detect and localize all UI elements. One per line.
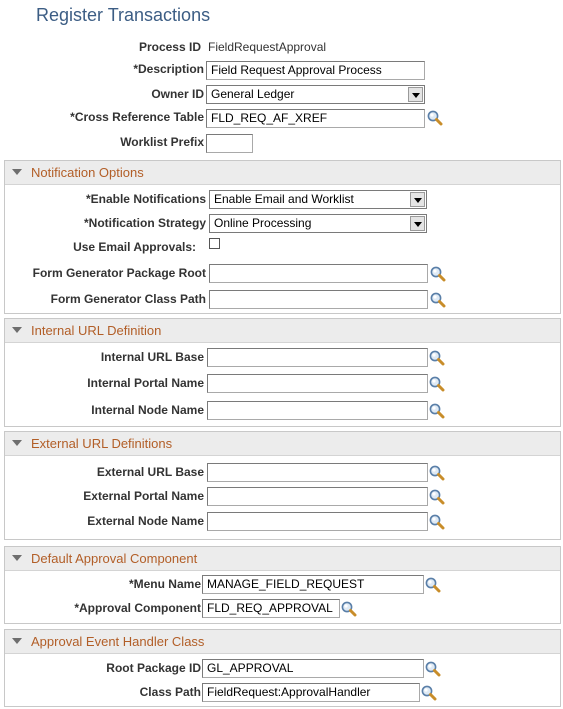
description-label: *Description [133, 62, 204, 76]
chevron-down-icon[interactable] [410, 216, 425, 231]
root-package-id-label: Root Package ID [106, 661, 201, 675]
internal-url-title: Internal URL Definition [31, 323, 162, 338]
lookup-icon[interactable] [427, 110, 443, 126]
use-email-approvals-checkbox[interactable] [209, 238, 220, 249]
external-url-base-label: External URL Base [96, 465, 204, 479]
collapse-triangle-icon[interactable] [12, 327, 22, 333]
external-node-name-label: External Node Name [87, 514, 204, 528]
menu-name-label: *Menu Name [128, 577, 201, 591]
form-generator-package-root-input[interactable] [209, 264, 428, 283]
lookup-icon[interactable] [429, 489, 445, 505]
cross-reference-table-input[interactable]: FLD_REQ_AF_XREF [206, 109, 425, 128]
worklist-prefix-label: Worklist Prefix [120, 135, 204, 149]
form-generator-class-path-input[interactable] [209, 290, 428, 309]
lookup-icon[interactable] [429, 514, 445, 530]
internal-url-header[interactable]: Internal URL Definition [5, 319, 560, 343]
page-title: Register Transactions [36, 5, 211, 25]
event-handler-header[interactable]: Approval Event Handler Class [5, 630, 560, 654]
lookup-icon[interactable] [430, 266, 446, 282]
process-id-value: FieldRequestApproval [208, 40, 327, 54]
internal-portal-name-input[interactable] [207, 374, 428, 393]
owner-id-select[interactable]: General Ledger [206, 85, 425, 104]
internal-portal-name-label: Internal Portal Name [87, 376, 204, 390]
lookup-icon[interactable] [429, 465, 445, 481]
owner-id-label: Owner ID [151, 87, 204, 101]
collapse-triangle-icon[interactable] [12, 440, 22, 446]
form-generator-class-path-label: Form Generator Class Path [50, 292, 206, 306]
description-input[interactable]: Field Request Approval Process [206, 61, 425, 80]
external-url-title: External URL Definitions [31, 436, 173, 451]
lookup-icon[interactable] [425, 661, 441, 677]
lookup-icon[interactable] [429, 350, 445, 366]
class-path-label: Class Path [139, 685, 201, 699]
internal-url-base-input[interactable] [207, 348, 428, 367]
lookup-icon[interactable] [425, 577, 441, 593]
root-package-id-input[interactable]: GL_APPROVAL [202, 659, 424, 678]
internal-url-base-label: Internal URL Base [100, 350, 204, 364]
enable-notifications-label: *Enable Notifications [85, 192, 206, 206]
process-id-label: Process ID [138, 40, 201, 54]
external-node-name-input[interactable] [207, 512, 428, 531]
notification-options-title: Notification Options [31, 165, 144, 180]
notification-options-header[interactable]: Notification Options [5, 161, 560, 185]
notification-strategy-value: Online Processing [214, 216, 312, 230]
class-path-input[interactable]: FieldRequest:ApprovalHandler [202, 683, 420, 702]
internal-node-name-input[interactable] [207, 401, 428, 420]
form-generator-package-root-label: Form Generator Package Root [32, 266, 206, 280]
default-approval-header[interactable]: Default Approval Component [5, 547, 560, 571]
enable-notifications-select[interactable]: Enable Email and Worklist [209, 190, 427, 209]
lookup-icon[interactable] [429, 376, 445, 392]
notification-strategy-select[interactable]: Online Processing [209, 214, 427, 233]
lookup-icon[interactable] [421, 685, 437, 701]
lookup-icon[interactable] [341, 601, 357, 617]
external-portal-name-label: External Portal Name [83, 489, 204, 503]
collapse-triangle-icon[interactable] [12, 169, 22, 175]
cross-reference-table-label: *Cross Reference Table [70, 110, 204, 124]
owner-id-value: General Ledger [211, 87, 295, 101]
collapse-triangle-icon[interactable] [12, 555, 22, 561]
use-email-approvals-label: Use Email Approvals: [73, 240, 196, 254]
collapse-triangle-icon[interactable] [12, 638, 22, 644]
worklist-prefix-input[interactable] [206, 134, 253, 153]
chevron-down-icon[interactable] [410, 192, 425, 207]
approval-component-input[interactable]: FLD_REQ_APPROVAL [202, 599, 340, 618]
enable-notifications-value: Enable Email and Worklist [214, 192, 354, 206]
internal-node-name-label: Internal Node Name [91, 403, 204, 417]
approval-component-label: *Approval Component [74, 601, 201, 615]
external-url-base-input[interactable] [207, 463, 428, 482]
chevron-down-icon[interactable] [408, 87, 423, 102]
notification-strategy-label: *Notification Strategy [83, 216, 206, 230]
external-url-header[interactable]: External URL Definitions [5, 432, 560, 456]
lookup-icon[interactable] [429, 403, 445, 419]
default-approval-title: Default Approval Component [31, 551, 198, 566]
menu-name-input[interactable]: MANAGE_FIELD_REQUEST [202, 575, 424, 594]
lookup-icon[interactable] [430, 292, 446, 308]
event-handler-title: Approval Event Handler Class [31, 634, 205, 649]
external-portal-name-input[interactable] [207, 487, 428, 506]
